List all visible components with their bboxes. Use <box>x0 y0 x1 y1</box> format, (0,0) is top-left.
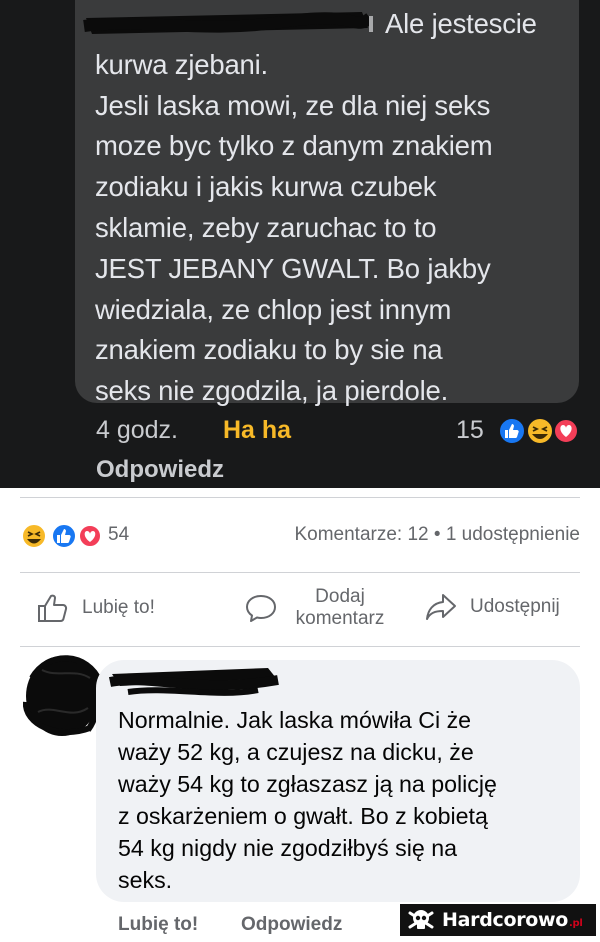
post-reaction-icons[interactable] <box>20 523 102 549</box>
post-stats: 54 Komentarze: 12 • 1 udostępnienie <box>0 518 600 552</box>
like-button[interactable]: Lubię to! <box>36 592 155 624</box>
comment-line: 54 kg nigdy nie zgodziłbyś się na <box>118 835 458 861</box>
avatar[interactable] <box>18 648 106 740</box>
comment-line: znakiem zodiaku to by sie na <box>95 334 443 366</box>
haha-emoji-icon <box>526 417 554 445</box>
comment-reply-button[interactable]: Odpowiedz <box>241 914 342 936</box>
comment-line: sklamie, zeby zaruchac to to <box>95 211 437 243</box>
like-icon <box>51 523 77 549</box>
speech-bubble-icon <box>246 595 276 622</box>
comment-label-line: Dodaj <box>315 586 365 607</box>
comment-line: seks. <box>118 867 173 893</box>
haha-reaction-button[interactable]: Ha ha <box>223 416 291 445</box>
post-reaction-count[interactable]: 54 <box>108 524 129 546</box>
divider <box>20 646 580 647</box>
comment-label-line: komentarz <box>295 608 385 629</box>
comment-line: zodiaku i jakis kurwa czubek <box>95 171 437 203</box>
comment-line: kurwa zjebani. <box>95 48 268 80</box>
comment-text: Normalnie. Jak laska mówiła Ci że waży 5… <box>118 704 568 896</box>
comment-like-button[interactable]: Lubię to! <box>118 914 198 936</box>
like-button-label: Lubię to! <box>82 597 155 618</box>
comment-button[interactable]: Dodaj komentarz <box>244 586 398 630</box>
skull-icon <box>408 910 434 929</box>
love-icon <box>553 418 579 444</box>
dark-comment-meta: 4 godz. Ha ha 15 <box>0 416 600 450</box>
comment-line: seks nie zgodzila, ja pierdole. <box>95 375 449 407</box>
comment-line: Normalnie. Jak laska mówiła Ci że <box>118 707 472 733</box>
share-arrow-icon <box>426 594 456 620</box>
comment-line: Jesli laska mowi, ze dla niej seks <box>95 89 491 121</box>
comment-line: waży 54 kg to zgłaszasz ją na policję <box>118 771 497 797</box>
dark-comment-panel: Ale jestescie kurwa zjebani. Jesli laska… <box>0 0 600 488</box>
comment-line: wiedziala, ze chlop jest innym <box>95 293 452 325</box>
haha-emoji-icon <box>21 523 47 549</box>
share-button[interactable]: Udostępnij <box>424 592 560 622</box>
redaction-scribble <box>108 668 279 696</box>
watermark-name: Hardcorowo <box>442 909 569 931</box>
comments-shares-count[interactable]: Komentarze: 12 • 1 udostępnienie <box>294 524 580 546</box>
comment-line: moze byc tylko z danym znakiem <box>95 130 493 162</box>
comment-line: z oskarżeniem o gwałt. Bo z kobietą <box>118 803 488 829</box>
love-icon <box>78 524 102 548</box>
comment-line: waży 52 kg, a czujesz na dicku, że <box>118 739 474 765</box>
comment-line: JEST JEBANY GWALT. Bo jakby <box>95 252 491 284</box>
watermark-logo: Hardcorowo.pl <box>398 902 598 938</box>
divider <box>20 572 580 573</box>
divider <box>20 497 580 498</box>
reply-button[interactable]: Odpowiedz <box>96 456 224 484</box>
reaction-icons[interactable] <box>492 416 582 446</box>
post-action-bar: Lubię to! Dodaj komentarz Udostępnij <box>0 580 600 638</box>
like-icon <box>498 417 526 445</box>
reaction-count[interactable]: 15 <box>456 416 484 445</box>
comment-line: Ale jestescie <box>385 8 537 39</box>
watermark-text: Hardcorowo.pl <box>442 909 583 931</box>
share-button-label: Udostępnij <box>470 596 560 617</box>
comment-timestamp[interactable]: 4 godz. <box>96 416 178 445</box>
watermark-suffix: .pl <box>569 918 583 929</box>
dark-comment-text: Ale jestescie kurwa zjebani. Jesli laska… <box>95 4 565 412</box>
comment-button-label: Dodaj komentarz <box>282 586 398 630</box>
thumbs-up-outline-icon <box>38 594 68 622</box>
